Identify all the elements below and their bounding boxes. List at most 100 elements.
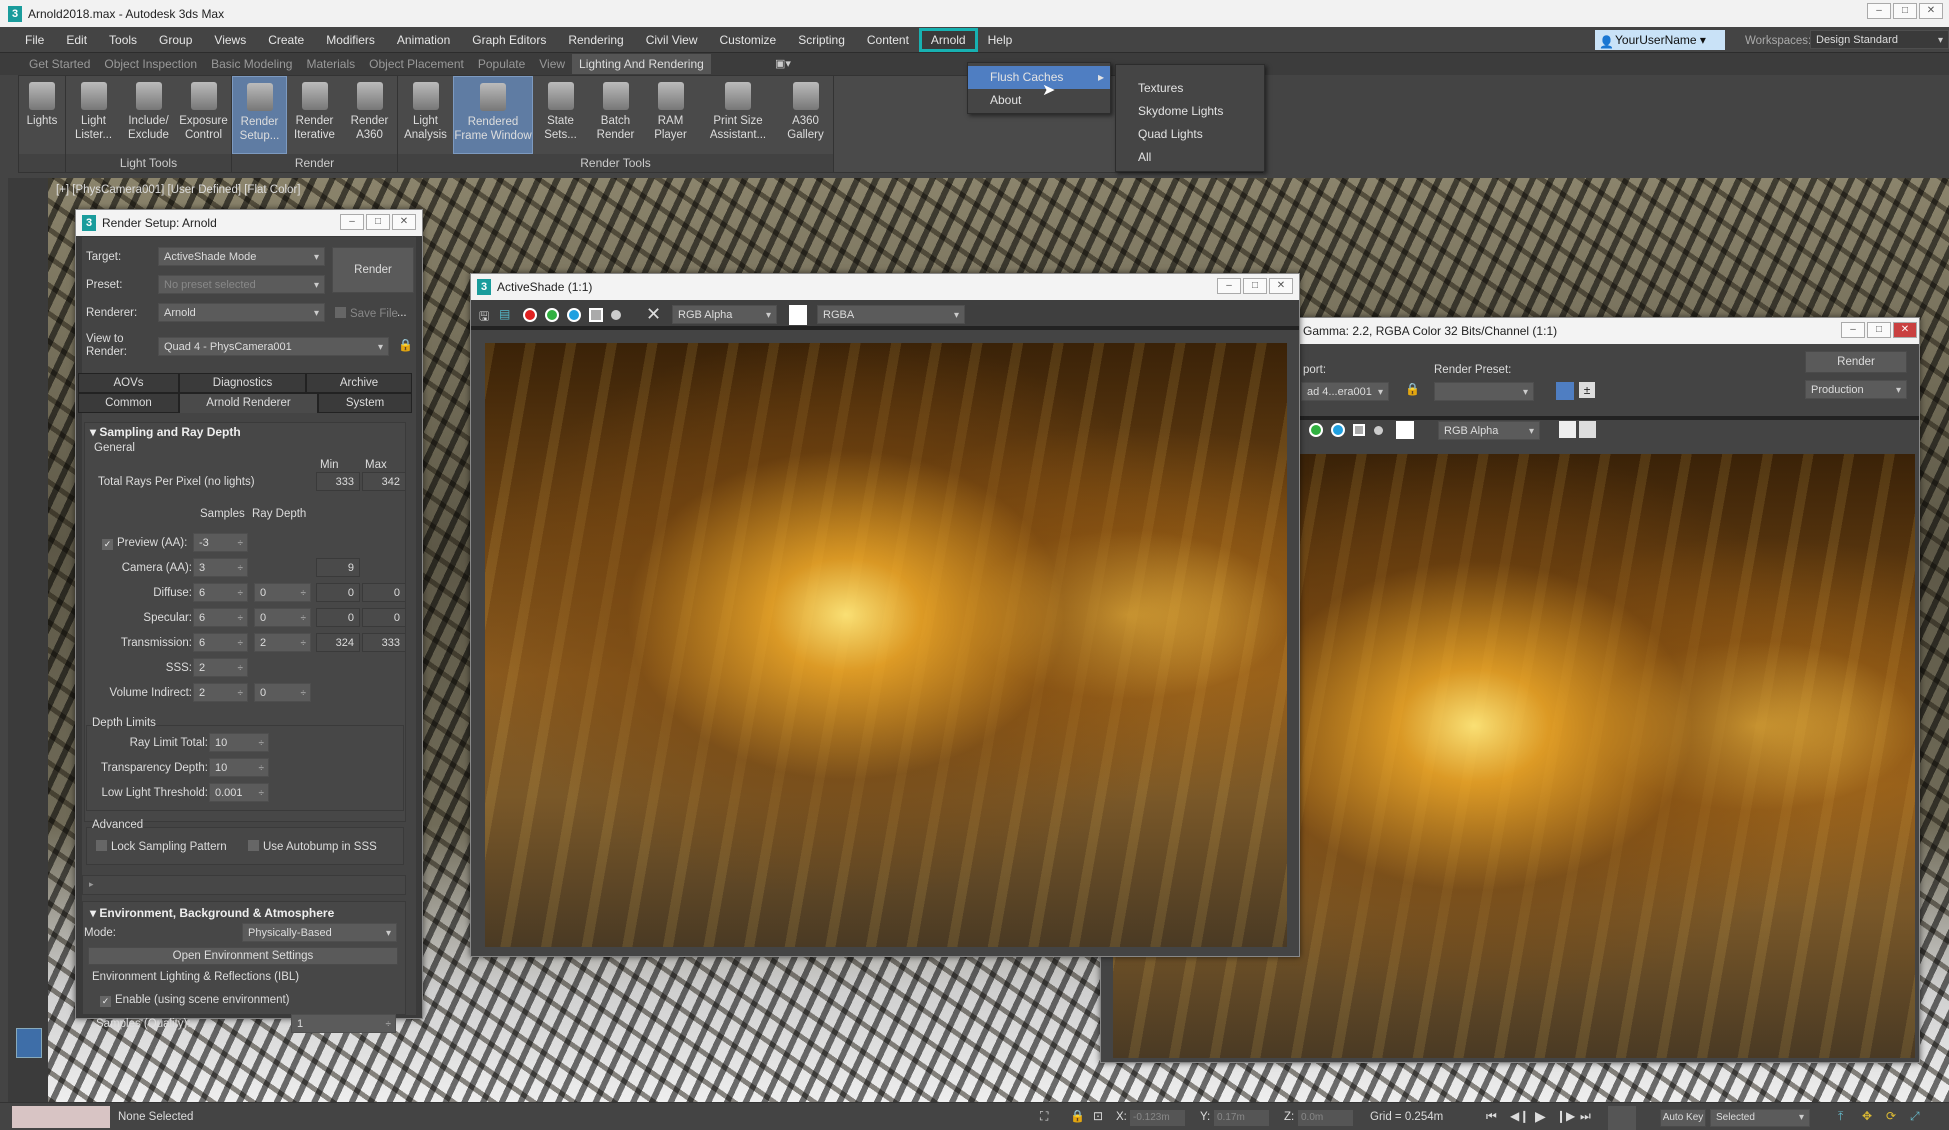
lights-button[interactable]: Lights [19, 76, 65, 154]
ribbon-tab-object-inspection[interactable]: Object Inspection [97, 54, 204, 74]
lock-icon[interactable]: 🔒 [1405, 382, 1420, 396]
lock-icon[interactable]: 🔒 [398, 338, 413, 352]
render-setup-button[interactable]: Render Setup... [232, 76, 287, 154]
save-file-checkbox[interactable]: Save File [335, 307, 398, 320]
z-coordinate-field[interactable]: 0.0m [1298, 1110, 1353, 1126]
maximize-button[interactable]: □ [366, 214, 390, 230]
red-channel-toggle[interactable] [523, 308, 537, 322]
menu-help[interactable]: Help [977, 29, 1024, 51]
display-mode-dropdown[interactable]: RGBA [817, 305, 965, 325]
view-to-render-dropdown[interactable]: Quad 4 - PhysCamera001 [158, 337, 389, 357]
samples-spinner[interactable]: 3 [193, 558, 248, 578]
batch-render-button[interactable]: Batch Render [588, 76, 643, 154]
rays-max[interactable]: 333 [362, 633, 406, 652]
info-panel-icon[interactable] [1579, 421, 1596, 438]
rays-min[interactable]: 0 [316, 608, 360, 627]
ribbon-tab-get-started[interactable]: Get Started [22, 54, 97, 74]
exposure-icon[interactable]: ± [1579, 382, 1595, 398]
overlay-icon[interactable] [1559, 421, 1576, 438]
activeshade-image[interactable] [485, 343, 1287, 947]
tab-arnold-renderer[interactable]: Arnold Renderer [179, 393, 318, 413]
tab-system[interactable]: System [318, 393, 412, 413]
menu-item-flush-caches[interactable]: Flush Caches ▸ [968, 66, 1110, 89]
menu-item-all[interactable]: All [1116, 146, 1264, 169]
menu-item-textures[interactable]: Textures [1116, 77, 1264, 100]
open-environment-settings-button[interactable]: Open Environment Settings [88, 947, 398, 965]
zoom-icon[interactable]: ⤒ [1838, 1109, 1843, 1124]
menu-edit[interactable]: Edit [55, 29, 98, 51]
render-button[interactable]: Render [1805, 351, 1907, 373]
close-button[interactable]: ✕ [1269, 278, 1293, 294]
ribbon-tab-object-placement[interactable]: Object Placement [362, 54, 471, 74]
ribbon-tab-populate[interactable]: Populate [471, 54, 532, 74]
clear-color-swatch[interactable] [1396, 421, 1414, 439]
menu-create[interactable]: Create [257, 29, 315, 51]
ribbon-tab-view[interactable]: View [532, 54, 572, 74]
samples-spinner[interactable]: -3 [193, 533, 248, 553]
ray-depth-spinner[interactable]: 0 [254, 583, 311, 603]
channel-dropdown[interactable]: RGB Alpha [1438, 421, 1540, 441]
set-key-icon[interactable] [1608, 1106, 1636, 1130]
save-icon[interactable]: 🖫 [479, 307, 489, 328]
renderer-dropdown[interactable]: Arnold [158, 303, 325, 323]
light-lister-button[interactable]: Light Lister... [66, 76, 121, 154]
tab-archive[interactable]: Archive [306, 373, 412, 393]
ray-depth-spinner[interactable]: 0 [254, 683, 311, 703]
lock-selection-icon[interactable]: 🔒 [1070, 1109, 1085, 1123]
menu-graph-editors[interactable]: Graph Editors [461, 29, 557, 51]
maximize-button[interactable]: □ [1243, 278, 1267, 294]
rays-max[interactable]: 0 [362, 583, 406, 602]
ribbon-tab-basic-modeling[interactable]: Basic Modeling [204, 54, 299, 74]
preset-dropdown[interactable]: No preset selected [158, 275, 325, 295]
menu-item-quad-lights[interactable]: Quad Lights [1116, 123, 1264, 146]
tab-aovs[interactable]: AOVs [78, 373, 179, 393]
samples-spinner[interactable]: 2 [193, 658, 248, 678]
viewport-layout-button[interactable] [16, 1028, 42, 1058]
workspaces-dropdown[interactable]: Design Standard [1810, 30, 1949, 50]
menu-modifiers[interactable]: Modifiers [315, 29, 386, 51]
depth-limit-spinner[interactable]: 10 [209, 758, 269, 778]
menu-animation[interactable]: Animation [386, 29, 461, 51]
previous-frame-icon[interactable]: ◀❙ [1510, 1109, 1529, 1123]
ray-depth-spinner[interactable]: 0 [254, 608, 311, 628]
exposure-control-button[interactable]: Exposure Control [176, 76, 231, 154]
menu-arnold[interactable]: Arnold [918, 27, 978, 52]
orbit-icon[interactable]: ⟳ [1886, 1109, 1896, 1123]
tab-diagnostics[interactable]: Diagnostics [179, 373, 306, 393]
x-coordinate-field[interactable]: -0.123m [1130, 1110, 1185, 1126]
tab-common[interactable]: Common [78, 393, 179, 413]
rollout-sampling[interactable]: ▾ Sampling and Ray Depth [90, 425, 241, 439]
y-coordinate-field[interactable]: 0.17m [1214, 1110, 1269, 1126]
minimize-button[interactable]: – [1867, 3, 1891, 19]
depth-limit-spinner[interactable]: 0.001 [209, 783, 269, 803]
maxscript-listener[interactable] [12, 1106, 110, 1128]
enable-ibl-checkbox[interactable]: ✓ Enable (using scene environment) [100, 994, 290, 1007]
lock-sampling-pattern-checkbox[interactable]: Lock Sampling Pattern [96, 840, 227, 853]
menu-rendering[interactable]: Rendering [557, 29, 634, 51]
menu-tools[interactable]: Tools [98, 29, 148, 51]
clear-icon[interactable]: ✕ [646, 304, 661, 325]
play-icon[interactable]: ▶ [1535, 1108, 1546, 1125]
alpha-channel-toggle[interactable] [1353, 424, 1365, 436]
rays-min[interactable]: 0 [316, 583, 360, 602]
key-mode-dropdown[interactable]: Selected [1710, 1109, 1810, 1127]
close-button[interactable]: ✕ [392, 214, 416, 230]
ribbon-tab-materials[interactable]: Materials [299, 54, 362, 74]
total-rays-max[interactable]: 342 [362, 472, 406, 491]
menu-customize[interactable]: Customize [709, 29, 788, 51]
samples-spinner[interactable]: 6 [193, 633, 248, 653]
menu-group[interactable]: Group [148, 29, 203, 51]
menu-item-about[interactable]: About [968, 89, 1110, 112]
include-exclude-button[interactable]: Include/Exclude [121, 76, 176, 154]
ribbon-options-icon[interactable]: ▣▾ [775, 57, 791, 70]
auto-key-button[interactable]: Auto Key [1660, 1109, 1706, 1127]
pan-icon[interactable]: ✥ [1862, 1109, 1872, 1123]
render-a360-button[interactable]: Render A360 [342, 76, 397, 154]
browse-button[interactable]: ... [397, 307, 407, 319]
close-button[interactable]: ✕ [1919, 3, 1943, 19]
go-to-end-icon[interactable]: ⏭ [1580, 1109, 1591, 1124]
total-rays-min[interactable]: 333 [316, 472, 360, 491]
viewport-dropdown[interactable]: ad 4...era001 [1301, 382, 1389, 402]
ribbon-tab-lighting-and-rendering[interactable]: Lighting And Rendering [572, 54, 711, 74]
mode-dropdown[interactable]: Physically-Based [242, 923, 397, 943]
